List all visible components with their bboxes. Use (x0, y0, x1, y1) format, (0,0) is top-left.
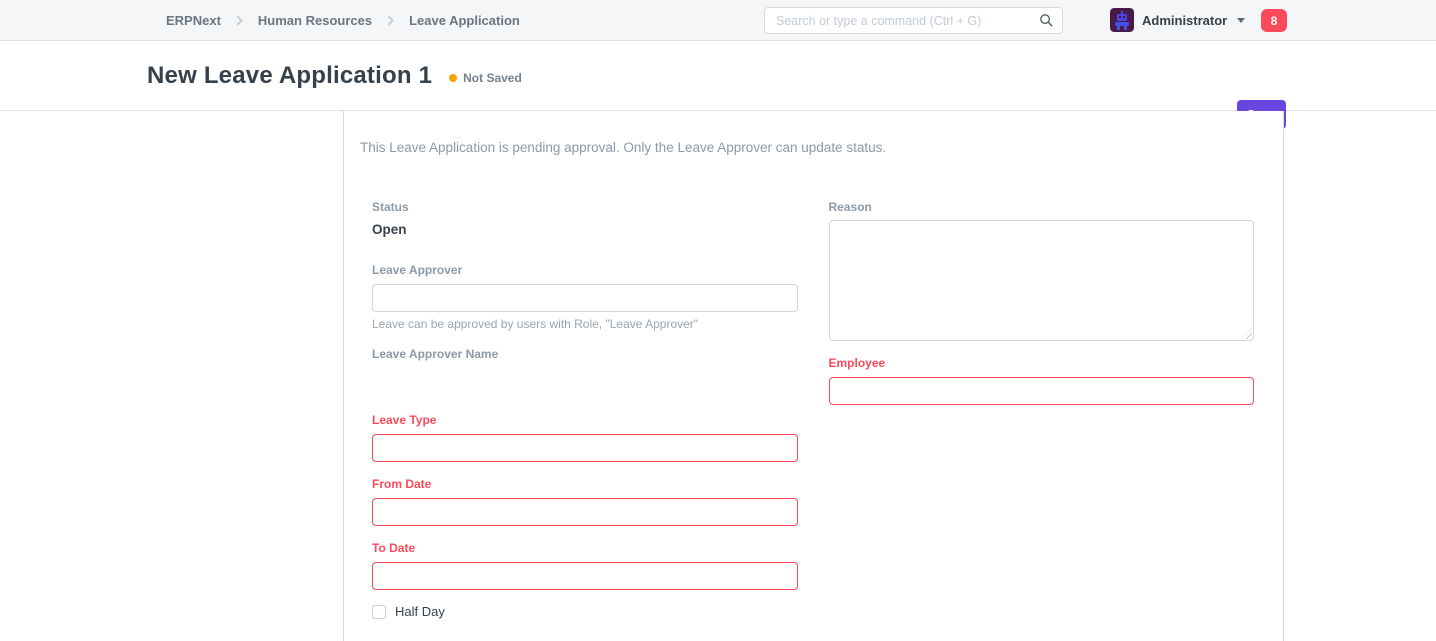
breadcrumb: ERPNext Human Resources Leave Applicatio… (166, 0, 520, 40)
status-value: Open (372, 222, 798, 237)
field-from-date: From Date (372, 477, 798, 526)
page-header: New Leave Application 1 Not Saved Save (0, 41, 1436, 111)
field-status: Status Open (372, 200, 798, 237)
field-to-date: To Date (372, 541, 798, 590)
field-leave-type: Leave Type (372, 413, 798, 462)
field-leave-approver: Leave Approver Leave can be approved by … (372, 263, 798, 332)
half-day-label: Half Day (395, 604, 445, 619)
avatar (1110, 8, 1134, 32)
notifications-badge[interactable]: 8 (1261, 9, 1287, 32)
field-employee: Employee (829, 356, 1255, 405)
chevron-right-icon (234, 15, 245, 26)
save-status-indicator: Not Saved (449, 71, 522, 85)
leave-application-form: This Leave Application is pending approv… (343, 111, 1284, 641)
leave-type-label: Leave Type (372, 413, 798, 427)
breadcrumb-erpnext[interactable]: ERPNext (166, 13, 221, 28)
pending-approval-message: This Leave Application is pending approv… (360, 138, 1267, 158)
to-date-input[interactable] (372, 562, 798, 590)
user-menu[interactable]: Administrator (1110, 0, 1245, 40)
status-dot (449, 74, 457, 82)
form-column-left: Status Open Leave Approver Leave can be … (372, 200, 798, 619)
chevron-right-icon (385, 15, 396, 26)
reason-textarea[interactable] (829, 220, 1255, 341)
employee-input[interactable] (829, 377, 1255, 405)
leave-approver-label: Leave Approver (372, 263, 798, 277)
navbar: ERPNext Human Resources Leave Applicatio… (0, 0, 1436, 41)
status-label: Status (372, 200, 798, 214)
leave-approver-help: Leave can be approved by users with Role… (372, 317, 798, 332)
field-half-day[interactable]: Half Day (372, 604, 798, 619)
breadcrumb-human-resources[interactable]: Human Resources (258, 13, 372, 28)
from-date-label: From Date (372, 477, 798, 491)
save-status-text: Not Saved (463, 71, 522, 85)
reason-label: Reason (829, 200, 1255, 214)
leave-type-input[interactable] (372, 434, 798, 462)
half-day-checkbox[interactable] (372, 605, 386, 619)
from-date-input[interactable] (372, 498, 798, 526)
page-title: New Leave Application 1 (147, 62, 432, 90)
search-input[interactable] (764, 7, 1063, 34)
global-search (764, 7, 1063, 34)
field-leave-approver-name: Leave Approver Name (372, 347, 798, 361)
to-date-label: To Date (372, 541, 798, 555)
form-column-right: Reason Employee (829, 200, 1255, 619)
search-icon[interactable] (1039, 13, 1054, 33)
leave-approver-input[interactable] (372, 284, 798, 312)
caret-down-icon (1237, 18, 1245, 23)
employee-label: Employee (829, 356, 1255, 370)
user-name: Administrator (1142, 13, 1227, 28)
leave-approver-name-label: Leave Approver Name (372, 347, 798, 361)
field-reason: Reason (829, 200, 1255, 341)
breadcrumb-leave-application[interactable]: Leave Application (409, 13, 520, 28)
